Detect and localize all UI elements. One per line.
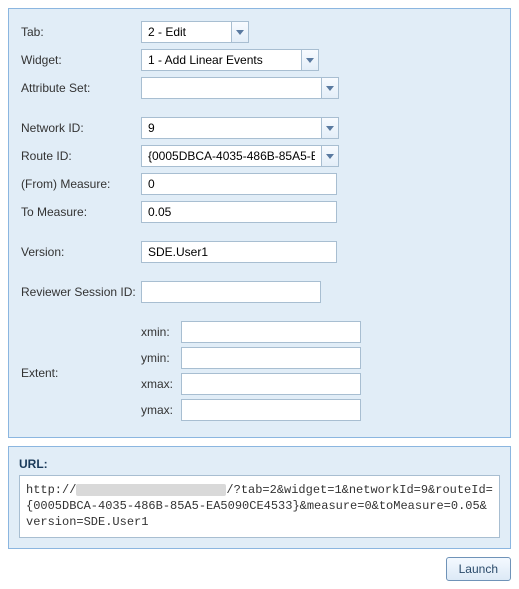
attribute-set-dropdown-button[interactable] [321,77,339,99]
xmin-label: xmin: [141,325,181,339]
route-id-dropdown-button[interactable] [321,145,339,167]
version-label: Version: [21,245,141,259]
tab-combo[interactable] [141,21,249,43]
attribute-set-combo[interactable] [141,77,339,99]
launch-button[interactable]: Launch [446,557,511,581]
tab-input[interactable] [141,21,231,43]
chevron-down-icon [236,30,244,35]
ymin-label: ymin: [141,351,181,365]
url-output[interactable]: http:///?tab=2&widget=1&networkId=9&rout… [19,475,500,538]
tab-dropdown-button[interactable] [231,21,249,43]
xmax-input[interactable] [181,373,361,395]
reviewer-session-id-label: Reviewer Session ID: [21,285,141,299]
route-id-combo[interactable] [141,145,339,167]
xmax-label: xmax: [141,377,181,391]
xmin-input[interactable] [181,321,361,343]
from-measure-input[interactable] [141,173,337,195]
network-id-combo[interactable] [141,117,339,139]
chevron-down-icon [306,58,314,63]
widget-label: Widget: [21,53,141,67]
chevron-down-icon [326,126,334,131]
version-input[interactable] [141,241,337,263]
widget-combo[interactable] [141,49,319,71]
to-measure-label: To Measure: [21,205,141,219]
tab-label: Tab: [21,25,141,39]
ymax-label: ymax: [141,403,181,417]
ymin-input[interactable] [181,347,361,369]
route-id-label: Route ID: [21,149,141,163]
url-title: URL: [19,457,500,471]
network-id-label: Network ID: [21,121,141,135]
to-measure-input[interactable] [141,201,337,223]
attribute-set-input[interactable] [141,77,321,99]
chevron-down-icon [326,86,334,91]
attribute-set-label: Attribute Set: [21,81,141,95]
form-panel: Tab: Widget: Attribute Set: Network ID: … [8,8,511,438]
route-id-input[interactable] [141,145,321,167]
extent-label: Extent: [21,366,141,380]
url-prefix: http:// [26,483,76,497]
widget-input[interactable] [141,49,301,71]
ymax-input[interactable] [181,399,361,421]
url-panel: URL: http:///?tab=2&widget=1&networkId=9… [8,446,511,549]
network-id-input[interactable] [141,117,321,139]
widget-dropdown-button[interactable] [301,49,319,71]
footer-button-row: Launch [8,557,511,581]
url-host-redacted [76,484,226,496]
reviewer-session-id-input[interactable] [141,281,321,303]
chevron-down-icon [326,154,334,159]
extent-grid: xmin: ymin: xmax: ymax: [141,321,361,425]
network-id-dropdown-button[interactable] [321,117,339,139]
from-measure-label: (From) Measure: [21,177,141,191]
